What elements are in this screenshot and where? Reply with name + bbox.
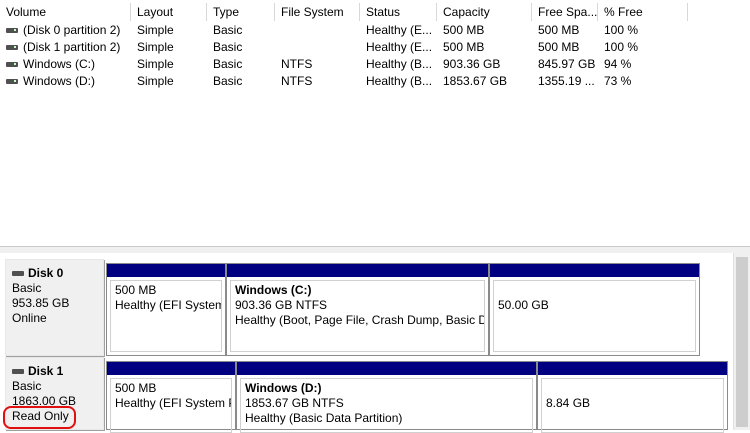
partition-bar (538, 362, 727, 375)
cell-layout: Simple (137, 40, 174, 54)
partition-size: 1853.67 GB NTFS (245, 396, 344, 410)
partition-title: Windows (C:) (235, 283, 312, 297)
read-only-highlight (3, 406, 76, 429)
cell-capacity: 1853.67 GB (443, 74, 508, 88)
partition-size: 500 MB (115, 381, 157, 395)
disk-0-partition-1[interactable]: 500 MB Healthy (EFI System (106, 263, 226, 356)
partition-size: 500 MB (115, 283, 157, 297)
disk-0-partition-3[interactable]: 50.00 GB (489, 263, 700, 356)
cell-status: Healthy (B... (366, 57, 433, 71)
partition-status: Healthy (Boot, Page File, Crash Dump, Ba… (235, 313, 485, 327)
table-row[interactable]: Windows (D:) Simple Basic NTFS Healthy (… (0, 73, 750, 90)
partition-size: 8.84 GB (546, 396, 591, 410)
cell-volume: Windows (C:) (23, 57, 96, 71)
disk-1-partition-2[interactable]: Windows (D:) 1853.67 GB NTFS Healthy (Ba… (236, 361, 537, 433)
drive-icon (6, 62, 18, 67)
cell-volume: (Disk 0 partition 2) (23, 23, 121, 37)
cell-file-system: NTFS (281, 57, 313, 71)
drive-icon (6, 45, 18, 50)
disk-type: Basic (12, 379, 42, 393)
column-volume[interactable]: Volume (0, 3, 131, 21)
partition-bar (227, 264, 488, 277)
partition-bar (107, 362, 235, 375)
disk-name: Disk 0 (28, 266, 64, 280)
partition-body: Windows (D:) 1853.67 GB NTFS Healthy (Ba… (240, 378, 533, 433)
disk-1-partition-3[interactable]: 8.84 GB (537, 361, 728, 433)
partition-size: 50.00 GB (498, 298, 549, 312)
cell-percent-free: 73 % (604, 74, 632, 88)
cell-capacity: 500 MB (443, 23, 485, 37)
disk-1-name-row: Disk 1 (12, 364, 103, 379)
disk-name: Disk 1 (28, 364, 64, 378)
partition-body: Windows (C:) 903.36 GB NTFS Healthy (Boo… (230, 280, 485, 352)
cell-capacity: 903.36 GB (443, 57, 501, 71)
cell-type: Basic (213, 40, 243, 54)
cell-file-system: NTFS (281, 74, 313, 88)
cell-free-space: 845.97 GB (538, 57, 596, 71)
cell-layout: Simple (137, 74, 174, 88)
partition-body: 500 MB Healthy (EFI System P (110, 378, 232, 433)
partition-body: 500 MB Healthy (EFI System (110, 280, 222, 352)
disk-0-label[interactable]: Disk 0 Basic 953.85 GB Online (5, 259, 104, 356)
partition-size: 903.36 GB NTFS (235, 298, 328, 312)
disk-size: 953.85 GB (12, 296, 70, 310)
disk-state: Online (12, 311, 47, 325)
scrollbar-thumb[interactable] (736, 257, 748, 427)
column-free-space[interactable]: Free Spa... (532, 3, 598, 21)
cell-percent-free: 100 % (604, 23, 639, 37)
column-file-system[interactable]: File System (275, 3, 360, 21)
partition-bar (107, 264, 225, 277)
column-layout[interactable]: Layout (131, 3, 207, 21)
column-capacity[interactable]: Capacity (437, 3, 532, 21)
partition-status: Healthy (EFI System (115, 298, 222, 312)
cell-capacity: 500 MB (443, 40, 485, 54)
cell-type: Basic (213, 57, 243, 71)
partition-title: Windows (D:) (245, 381, 322, 395)
cell-layout: Simple (137, 57, 174, 71)
cell-type: Basic (213, 23, 243, 37)
disk-type: Basic (12, 281, 42, 295)
cell-free-space: 1355.19 ... (538, 74, 595, 88)
cell-percent-free: 94 % (604, 57, 632, 71)
column-header-row: Volume Layout Type File System Status Ca… (0, 3, 750, 21)
table-row[interactable]: (Disk 1 partition 2) Simple Basic Health… (0, 39, 750, 56)
cell-free-space: 500 MB (538, 40, 580, 54)
cell-status: Healthy (E... (366, 23, 433, 37)
cell-layout: Simple (137, 23, 174, 37)
cell-percent-free: 100 % (604, 40, 639, 54)
cell-type: Basic (213, 74, 243, 88)
partition-bar (490, 264, 699, 277)
cell-free-space: 500 MB (538, 23, 580, 37)
partition-body: 50.00 GB (493, 280, 696, 352)
pane-splitter[interactable] (0, 246, 750, 253)
partition-status: Healthy (EFI System P (115, 396, 232, 410)
table-row[interactable]: Windows (C:) Simple Basic NTFS Healthy (… (0, 56, 750, 73)
hard-disk-icon (12, 271, 24, 276)
column-status[interactable]: Status (360, 3, 437, 21)
drive-icon (6, 28, 18, 33)
volume-list: Volume Layout Type File System Status Ca… (0, 0, 750, 246)
disk-0-name-row: Disk 0 (12, 266, 103, 281)
cell-status: Healthy (B... (366, 74, 433, 88)
table-row[interactable]: (Disk 0 partition 2) Simple Basic Health… (0, 22, 750, 39)
disk-1-partition-1[interactable]: 500 MB Healthy (EFI System P (106, 361, 236, 433)
disk-0-partition-2[interactable]: Windows (C:) 903.36 GB NTFS Healthy (Boo… (226, 263, 489, 356)
partition-status: Healthy (Basic Data Partition) (245, 411, 403, 425)
drive-icon (6, 79, 18, 84)
cell-volume: (Disk 1 partition 2) (23, 40, 121, 54)
cell-status: Healthy (E... (366, 40, 433, 54)
column-percent-free[interactable]: % Free (598, 3, 688, 21)
hard-disk-icon (12, 369, 24, 374)
partition-bar (237, 362, 536, 375)
column-type[interactable]: Type (207, 3, 275, 21)
vertical-scrollbar[interactable] (733, 253, 750, 430)
cell-volume: Windows (D:) (23, 74, 96, 88)
partition-body: 8.84 GB (541, 378, 724, 433)
